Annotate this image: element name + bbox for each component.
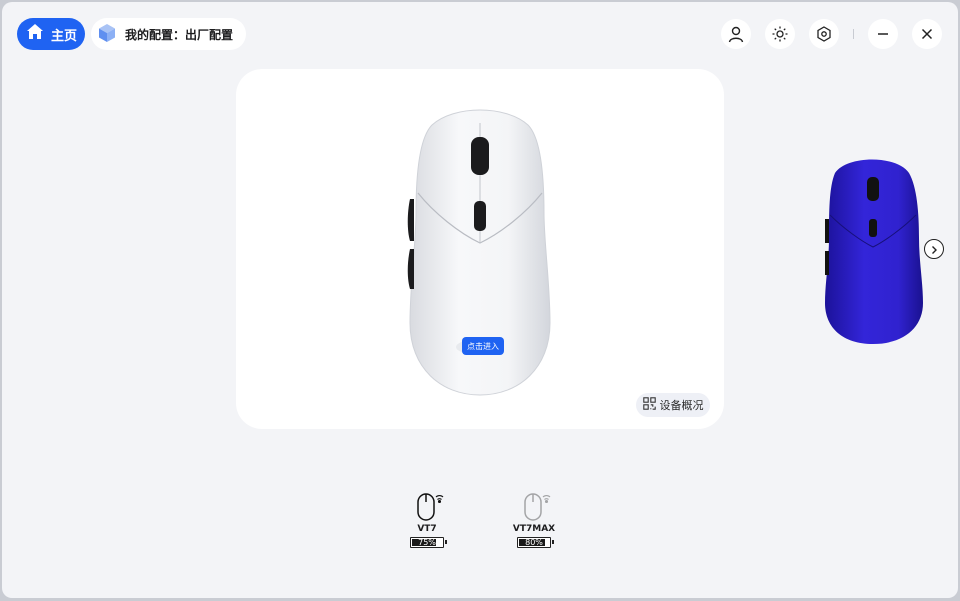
settings-icon[interactable] (809, 19, 839, 49)
device-card: 点击进入 设备概况 (236, 69, 724, 429)
close-icon[interactable] (912, 19, 942, 49)
user-icon[interactable] (721, 19, 751, 49)
battery-text: 80% (525, 537, 543, 547)
home-button[interactable]: 主页 (17, 18, 85, 50)
device-item-vt7[interactable]: VT7 75% (397, 488, 457, 548)
device-name: VT7 (417, 524, 437, 534)
battery-text: 75% (418, 537, 436, 547)
home-label: 主页 (51, 28, 78, 44)
divider (853, 29, 854, 39)
cube-icon (97, 23, 117, 46)
device-overview-button[interactable]: 设备概况 (636, 393, 710, 417)
wireless-mouse-icon (407, 488, 447, 524)
window-controls (721, 19, 942, 49)
blue-mouse-image[interactable] (823, 153, 923, 345)
config-selector[interactable]: 我的配置：出厂配置 (91, 18, 246, 50)
enter-button[interactable]: 点击进入 (462, 337, 504, 355)
battery-indicator: 75% (410, 537, 447, 548)
next-device-button[interactable] (924, 239, 944, 259)
chevron-right-icon (929, 240, 939, 259)
wireless-mouse-icon (514, 488, 554, 524)
overview-label: 设备概况 (659, 399, 704, 412)
minimize-icon[interactable] (868, 19, 898, 49)
app-window: 主页 我的配置：出厂配置 点击进入 设备概况 VT7 75% VT7MAX 80… (2, 2, 958, 598)
device-name: VT7MAX (512, 524, 556, 534)
battery-indicator: 80% (517, 537, 554, 548)
config-label: 我的配置：出厂配置 (125, 27, 234, 42)
home-icon (25, 22, 45, 46)
brightness-icon[interactable] (765, 19, 795, 49)
device-item-vt7max[interactable]: VT7MAX 80% (504, 488, 564, 548)
grid-icon (642, 397, 656, 413)
